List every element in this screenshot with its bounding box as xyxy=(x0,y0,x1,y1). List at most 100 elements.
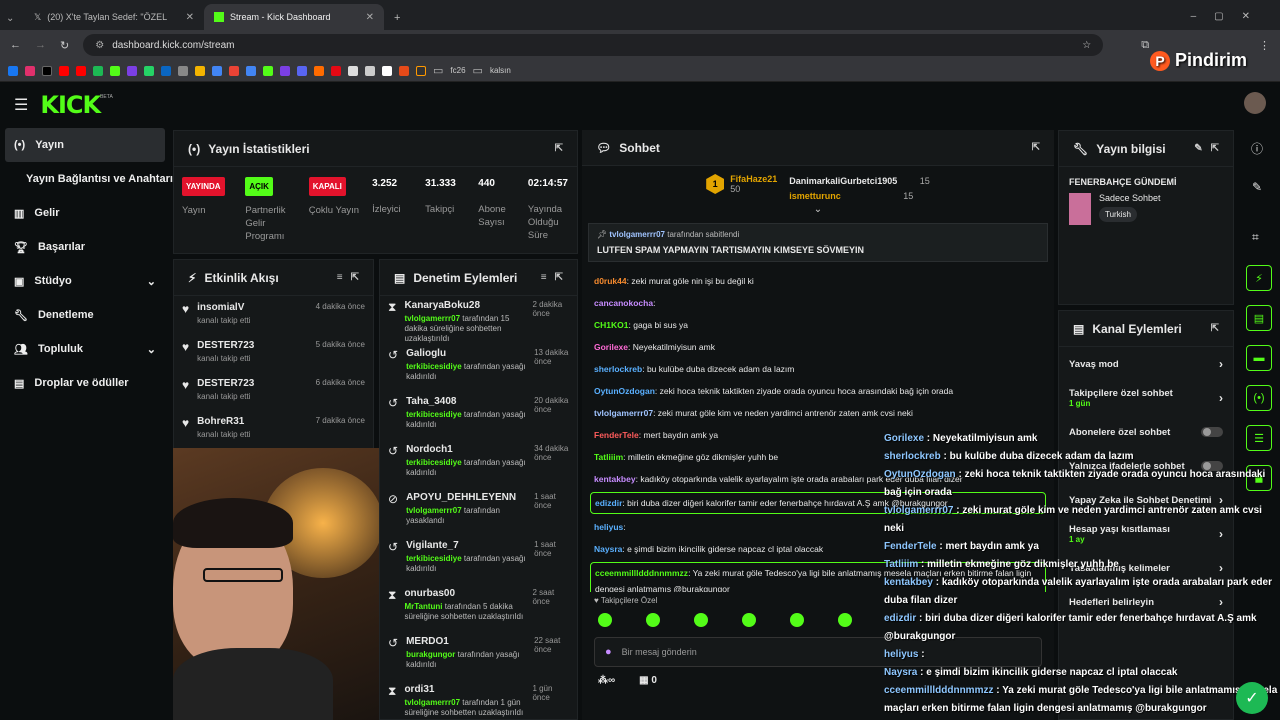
menu-icon[interactable]: ⋮ xyxy=(1259,39,1270,52)
emote-icon[interactable] xyxy=(598,613,612,627)
info-icon[interactable]: ⓘ xyxy=(1251,140,1263,157)
youtube-icon[interactable] xyxy=(76,65,86,76)
kick-icon[interactable] xyxy=(263,65,273,76)
popout-icon[interactable]: ⇱ xyxy=(1211,143,1219,154)
activity-item[interactable]: ♥ insomialV kanalı takip etti 4 dakika önce xyxy=(174,296,373,334)
chat-username[interactable]: tvlolgamerrr07 xyxy=(594,408,653,418)
bookmark-icon[interactable] xyxy=(93,65,103,76)
bookmark-icon[interactable] xyxy=(280,65,290,76)
chat-username[interactable]: OytunOzdogan xyxy=(594,386,655,396)
crop-icon[interactable]: ⌗ xyxy=(1252,230,1259,245)
filter-icon[interactable]: ≡ xyxy=(337,272,343,283)
popout-icon[interactable]: ⇱ xyxy=(351,272,359,283)
chat-username[interactable]: cceemmillldddnnmmzz xyxy=(595,568,688,578)
tab-kick[interactable]: Stream - Kick Dashboard ✕ xyxy=(204,4,384,30)
bookmark-icon[interactable] xyxy=(416,65,426,76)
popout-icon[interactable]: ⇱ xyxy=(1032,142,1040,153)
moderation-item[interactable]: ⊘ APOYU_DEHHLEYENN tvlolgamerrr07 tarafınd… xyxy=(380,488,577,536)
tab-search-icon[interactable]: ⌄ xyxy=(0,13,24,30)
facebook-icon[interactable] xyxy=(8,65,18,76)
moderation-item[interactable]: ↺ Nordoch1 terkibicesidiye tarafından yasa… xyxy=(380,440,577,488)
instagram-icon[interactable] xyxy=(25,65,35,76)
chat-username[interactable]: Gorilexe xyxy=(594,342,628,352)
activity-item[interactable]: ♥ BohreR31 kanalı takip etti 7 dakika önce xyxy=(174,410,373,448)
chat-message[interactable]: CH1KO1: gaga bi sus ya xyxy=(582,314,1054,336)
discord-icon[interactable] xyxy=(297,65,307,76)
moderation-item[interactable]: ⧗ onurbas00 MrTantuni tarafından 5 dakika … xyxy=(380,584,577,632)
viewers-icon[interactable]: ⁂∞ xyxy=(598,675,615,686)
twitch-icon[interactable] xyxy=(127,65,137,76)
bookmark-folder-fc26[interactable]: fc26 xyxy=(450,66,465,75)
moderation-item[interactable]: ↺ Vigilante_7 terkibicesidiye tarafından y… xyxy=(380,536,577,584)
sidebar-item-topluluk[interactable]: 👥︎ Topluluk ⌄ xyxy=(0,332,170,366)
sidebar-item-stream-key[interactable]: Yayın Bağlantısı ve Anahtarı xyxy=(0,162,173,196)
bookmark-folder-kalsin[interactable]: kalsın xyxy=(490,66,511,75)
kick-icon[interactable] xyxy=(110,65,120,76)
expand-chevron-icon[interactable]: ⌄ xyxy=(582,204,1054,215)
x-icon[interactable] xyxy=(42,65,52,76)
close-icon[interactable]: ✕ xyxy=(366,12,374,23)
broadcast-button[interactable]: (•) xyxy=(1246,385,1272,411)
chat-message[interactable]: cancanokocha: xyxy=(582,292,1054,314)
document-button[interactable]: ▤ xyxy=(1246,305,1272,331)
chat-username[interactable]: Naysra xyxy=(594,544,622,554)
bookmark-icon[interactable] xyxy=(382,65,392,76)
moderation-item[interactable]: ⧗ ordi31 tvlolgamerrr07 tarafından 1 gün s… xyxy=(380,680,577,719)
close-icon[interactable]: ✕ xyxy=(186,12,194,23)
moderation-item[interactable]: ↺ Galioglu terkibicesidiye tarafından yasa… xyxy=(380,344,577,392)
sidebar-item-droplar[interactable]: ▤ Droplar ve ödüller xyxy=(0,366,170,400)
popout-icon[interactable]: ⇱ xyxy=(1211,323,1219,334)
url-field[interactable]: ⚙ dashboard.kick.com/stream ☆ xyxy=(83,34,1104,56)
chat-username[interactable]: Tatliiim xyxy=(594,452,623,462)
sidebar-item-basarilar[interactable]: 🏆︎ Başarılar xyxy=(0,230,170,264)
back-icon[interactable]: ← xyxy=(10,39,21,51)
chat-username[interactable]: cancanokocha xyxy=(594,298,653,308)
moderation-item[interactable]: ↺ Taha_3408 terkibicesidiye tarafından yas… xyxy=(380,392,577,440)
activity-item[interactable]: ♥ DESTER723 kanalı takip etti 5 dakika önce xyxy=(174,334,373,372)
chat-message[interactable]: OytunOzdogan: zeki hoca teknik taktikten… xyxy=(582,380,1054,402)
moderation-item[interactable]: ↺ MERDO1 burakgungor tarafından yasağı kal… xyxy=(380,632,577,680)
chat-username[interactable]: edizdir xyxy=(595,498,622,508)
bookmark-icon[interactable] xyxy=(348,65,358,76)
bookmark-icon[interactable] xyxy=(314,65,324,76)
top-gifter-2-3[interactable]: DanimarkaliGurbetci1905 15 ismetturunc 1… xyxy=(789,174,930,204)
avatar[interactable] xyxy=(1244,92,1266,114)
filter-icon[interactable]: ≡ xyxy=(541,272,547,283)
chat-button[interactable]: ▬ xyxy=(1246,345,1272,371)
hamburger-icon[interactable]: ☰ xyxy=(14,95,28,115)
top-gifter-1[interactable]: 1 FifaHaze21 50 xyxy=(706,174,777,204)
bookmark-icon[interactable] xyxy=(178,65,188,76)
emote-icon[interactable] xyxy=(694,613,708,627)
chat-username[interactable]: kentakbey xyxy=(594,474,636,484)
bookmark-icon[interactable] xyxy=(365,65,375,76)
reload-icon[interactable]: ↻ xyxy=(60,39,69,52)
tag-chip[interactable]: Turkish xyxy=(1099,207,1137,222)
sidebar-item-denetleme[interactable]: 🔧︎ Denetleme xyxy=(0,298,170,332)
window-controls[interactable]: –▢✕ xyxy=(1179,11,1280,30)
channel-action-item[interactable]: Yavaş mod › xyxy=(1059,347,1233,381)
bookmark-icon[interactable] xyxy=(195,65,205,76)
linkedin-icon[interactable] xyxy=(161,65,171,76)
emote-icon[interactable] xyxy=(742,613,756,627)
chat-username[interactable]: CH1KO1 xyxy=(594,320,628,330)
star-icon[interactable]: ☆ xyxy=(1082,40,1091,51)
bolt-button[interactable]: ⚡︎ xyxy=(1246,265,1272,291)
chat-username[interactable]: FenderTele xyxy=(594,430,639,440)
popout-icon[interactable]: ⇱ xyxy=(555,143,563,154)
site-info-icon[interactable]: ⚙ xyxy=(95,40,104,51)
channel-action-item[interactable]: Takipçilere özel sohbet 1 gün › xyxy=(1059,381,1233,415)
sidebar-item-gelir[interactable]: ▥ Gelir xyxy=(0,196,170,230)
tab-x[interactable]: 𝕏 (20) X'te Taylan Sedef: "ÖZEL İ ✕ xyxy=(24,4,204,30)
chat-username[interactable]: heliyus xyxy=(594,522,623,532)
sidebar-item-yayin[interactable]: (•) Yayın xyxy=(5,128,165,162)
edit-icon[interactable]: ✎ xyxy=(1194,143,1202,154)
moderation-item[interactable]: ⧗ KanaryaBoku28 tvlolgamerrr07 tarafından … xyxy=(380,296,577,344)
chat-username[interactable]: sherlockreb xyxy=(594,364,642,374)
bookmark-icon[interactable] xyxy=(212,65,222,76)
store-icon[interactable]: ▦ 0 xyxy=(639,675,657,686)
sidebar-item-studyo[interactable]: ▣ Stüdyo ⌄ xyxy=(0,264,170,298)
chat-message[interactable]: Gorilexe: Neyekatilmiyisun amk xyxy=(582,336,1054,358)
new-tab-button[interactable]: + xyxy=(384,12,410,30)
mic-icon[interactable]: ● xyxy=(605,646,612,658)
whatsapp-icon[interactable] xyxy=(144,65,154,76)
